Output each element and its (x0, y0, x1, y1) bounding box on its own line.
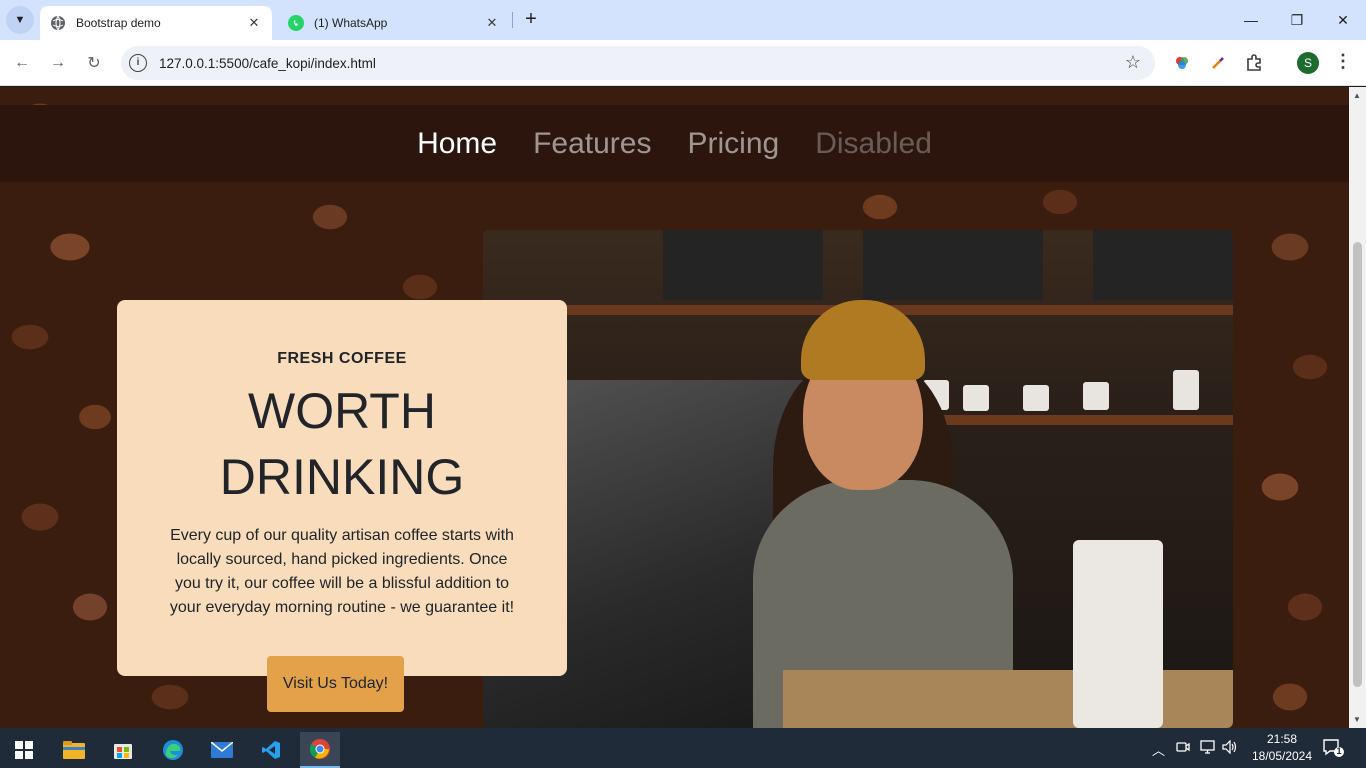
menu-board (863, 230, 1043, 300)
nav-link-disabled: Disabled (815, 126, 932, 160)
browser-menu-icon[interactable]: ⋮ (1334, 51, 1352, 72)
address-url: 127.0.0.1:5500/cafe_kopi/index.html (159, 55, 376, 71)
minimize-button[interactable]: — (1228, 0, 1274, 40)
tab-search-button[interactable]: ▼ (6, 6, 34, 34)
cup (1083, 382, 1109, 410)
hero-heading: WORTH DRINKING (117, 378, 567, 510)
tab-divider (512, 12, 513, 28)
notification-count: 1 (1336, 746, 1342, 756)
scrollbar-thumb[interactable] (1353, 242, 1362, 687)
wooden-shelf (913, 415, 1233, 425)
barista-photo (483, 230, 1233, 728)
site-navbar: Home Features Pricing Disabled (0, 105, 1349, 182)
hero-heading-line2: DRINKING (219, 449, 465, 505)
page-viewport: Home Features Pricing Disabled FRESH COF… (0, 87, 1349, 728)
new-tab-button[interactable]: + (519, 8, 543, 32)
hero-heading-line1: WORTH (248, 383, 436, 439)
notification-center-icon[interactable]: 1 (1322, 738, 1344, 758)
forward-button[interactable]: → (44, 49, 72, 77)
show-hidden-icons-chevron-icon[interactable]: ︿ (1152, 740, 1165, 759)
scroll-down-arrow-icon[interactable]: ▼ (1353, 715, 1361, 724)
scroll-up-arrow-icon[interactable]: ▲ (1353, 91, 1361, 100)
file-explorer-icon[interactable] (54, 732, 94, 768)
nav-link-home[interactable]: Home (417, 127, 497, 161)
browser-toolbar: ← → ↻ i 127.0.0.1:5500/cafe_kopi/index.h… (0, 40, 1366, 86)
edge-browser-icon[interactable] (153, 732, 193, 768)
hero-subheading: FRESH COFFEE (277, 350, 407, 367)
windows-start-icon[interactable] (4, 732, 44, 768)
windows-taskbar: ︿ 21:58 18/05/2024 1 (0, 728, 1366, 768)
globe-icon (50, 15, 66, 31)
site-info-icon[interactable]: i (129, 54, 147, 72)
visit-us-button[interactable]: Visit Us Today! (267, 656, 404, 712)
close-tab-icon[interactable]: ✕ (484, 15, 500, 31)
network-icon[interactable] (1200, 740, 1216, 757)
clock-date: 18/05/2024 (1251, 749, 1313, 763)
tab-title: (1) WhatsApp (314, 16, 388, 30)
browser-tabbar: ▼ Bootstrap demo ✕ (1) WhatsApp ✕ + — ❐ … (0, 0, 1366, 40)
nav-link-features[interactable]: Features (533, 127, 651, 161)
extensions-puzzle-icon[interactable] (1243, 52, 1265, 74)
stacked-cups (1073, 540, 1163, 728)
eyedropper-extension-icon[interactable] (1207, 52, 1229, 74)
reload-button[interactable]: ↻ (80, 49, 108, 77)
cup (1023, 385, 1049, 411)
meet-now-icon[interactable] (1176, 740, 1190, 757)
mail-icon[interactable] (202, 732, 242, 768)
whatsapp-icon (288, 15, 304, 31)
tab-title: Bootstrap demo (76, 16, 161, 30)
menu-board (663, 230, 823, 300)
nav-link-pricing[interactable]: Pricing (687, 127, 779, 161)
tab-bootstrap-demo[interactable]: Bootstrap demo ✕ (40, 6, 272, 40)
chrome-icon[interactable] (300, 732, 340, 768)
vscode-icon[interactable] (251, 732, 291, 768)
close-window-button[interactable]: ✕ (1320, 0, 1366, 40)
volume-icon[interactable] (1222, 739, 1238, 757)
taskbar-clock[interactable]: 21:58 18/05/2024 (1249, 731, 1315, 765)
bookmark-star-icon[interactable]: ☆ (1125, 52, 1141, 73)
menu-board (1093, 230, 1233, 300)
address-bar[interactable]: i 127.0.0.1:5500/cafe_kopi/index.html ☆ (121, 46, 1155, 80)
cup (963, 385, 989, 411)
microsoft-store-icon[interactable] (103, 732, 143, 768)
color-extension-icon[interactable] (1171, 52, 1193, 74)
clock-time: 21:58 (1266, 732, 1298, 746)
vertical-scrollbar[interactable]: ▲ ▼ (1349, 87, 1366, 728)
close-tab-icon[interactable]: ✕ (246, 15, 262, 31)
restore-button[interactable]: ❐ (1274, 0, 1320, 40)
counter (783, 670, 1233, 728)
hero-body-text: Every cup of our quality artisan coffee … (169, 527, 515, 616)
cup (1173, 370, 1199, 410)
profile-avatar[interactable]: S (1297, 52, 1319, 74)
back-button[interactable]: ← (8, 49, 36, 77)
tab-whatsapp[interactable]: (1) WhatsApp ✕ (278, 6, 510, 40)
hero-card: FRESH COFFEE WORTH DRINKING Every cup of… (117, 300, 567, 676)
